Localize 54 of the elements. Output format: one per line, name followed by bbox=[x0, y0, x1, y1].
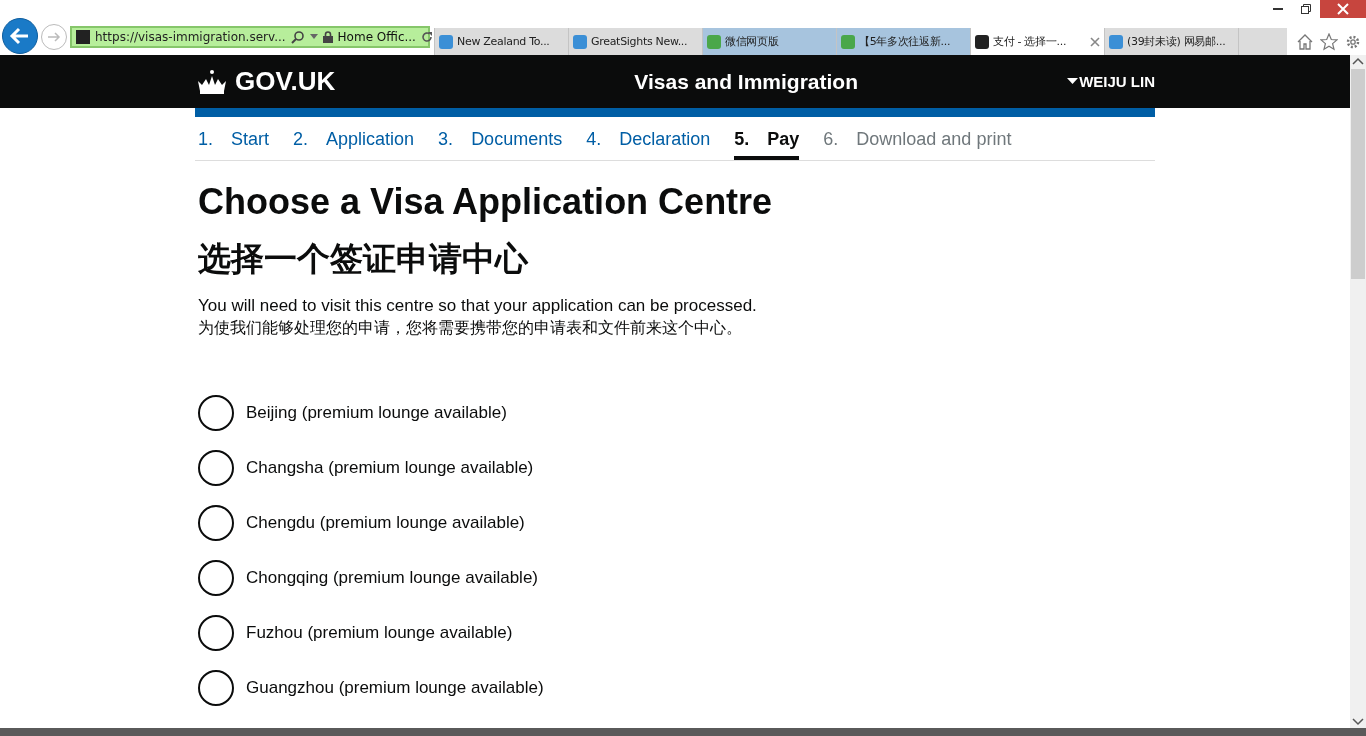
service-name[interactable]: Visas and Immigration bbox=[634, 69, 858, 94]
radio-label[interactable]: Chengdu (premium lounge available) bbox=[246, 513, 525, 533]
back-button[interactable] bbox=[2, 18, 38, 54]
home-icon[interactable] bbox=[1296, 33, 1314, 51]
radio-label[interactable]: Fuzhou (premium lounge available) bbox=[246, 623, 513, 643]
url-text: https://visas-immigration.serv... bbox=[95, 29, 286, 44]
minimize-icon bbox=[1273, 8, 1283, 10]
radio-button[interactable] bbox=[198, 615, 234, 651]
radio-button[interactable] bbox=[198, 450, 234, 486]
browser-tab[interactable]: 微信网页版 bbox=[702, 28, 836, 55]
site-identity: Home Offic... bbox=[337, 29, 416, 44]
browser-tab[interactable]: 【5年多次往返新... bbox=[836, 28, 970, 55]
progress-step[interactable]: 4. Declaration bbox=[586, 129, 711, 160]
scrollbar[interactable] bbox=[1350, 55, 1366, 728]
tab-favicon-icon bbox=[1109, 34, 1123, 49]
progress-step[interactable]: 2. Application bbox=[293, 129, 415, 160]
close-icon bbox=[1337, 3, 1349, 15]
progress-step[interactable]: 3. Documents bbox=[438, 129, 563, 160]
browser-tab[interactable]: New Zealand To... bbox=[434, 28, 568, 55]
lock-icon bbox=[322, 30, 333, 43]
progress-step[interactable]: 1. Start bbox=[198, 129, 270, 160]
settings-icon[interactable] bbox=[1344, 33, 1362, 51]
radio-button[interactable] bbox=[198, 505, 234, 541]
radio-label[interactable]: Changsha (premium lounge available) bbox=[246, 458, 534, 478]
refresh-icon bbox=[420, 30, 433, 43]
radio-button[interactable] bbox=[198, 560, 234, 596]
page-title: 选择一个签证申请中心 bbox=[198, 238, 530, 280]
caret-icon bbox=[1067, 78, 1079, 85]
radio-button[interactable] bbox=[198, 670, 234, 706]
browser-tab[interactable]: GreatSights New... bbox=[568, 28, 702, 55]
tab-favicon-icon bbox=[841, 34, 855, 49]
page-title: Choose a Visa Application Centre bbox=[198, 181, 774, 223]
intro-text: 为使我们能够处理您的申请，您将需要携带您的申请表和文件前来这个中心。 bbox=[198, 318, 743, 338]
radio-label[interactable]: Chongqing (premium lounge available) bbox=[246, 568, 538, 588]
close-tab-icon[interactable] bbox=[1090, 36, 1100, 47]
tab-favicon-icon bbox=[439, 34, 453, 49]
govuk-logo[interactable]: GOV.UK bbox=[195, 66, 336, 97]
progress-step: 6. Download and print bbox=[823, 129, 1012, 160]
search-icon bbox=[290, 29, 305, 44]
user-menu[interactable]: WEIJU LIN bbox=[1067, 73, 1155, 90]
tab-favicon-icon bbox=[573, 34, 587, 49]
star-icon[interactable] bbox=[1320, 33, 1338, 51]
address-bar[interactable]: https://visas-immigration.serv... Home Offic... bbox=[70, 25, 430, 48]
tab-favicon-icon bbox=[707, 34, 721, 49]
intro-text: You will need to visit this centre so that your application can be processed. bbox=[198, 296, 758, 316]
tab-favicon-icon bbox=[975, 34, 989, 49]
progress-step: 5. Pay bbox=[734, 129, 800, 160]
radio-button[interactable] bbox=[198, 395, 234, 431]
caret-icon bbox=[309, 33, 318, 40]
browser-tab[interactable]: (39封未读) 网易邮... bbox=[1104, 28, 1238, 55]
close-button[interactable] bbox=[1320, 0, 1366, 18]
restore-icon bbox=[1300, 3, 1312, 15]
radio-label[interactable]: Guangzhou (premium lounge available) bbox=[246, 678, 544, 698]
radio-label[interactable]: Beijing (premium lounge available) bbox=[246, 403, 507, 423]
